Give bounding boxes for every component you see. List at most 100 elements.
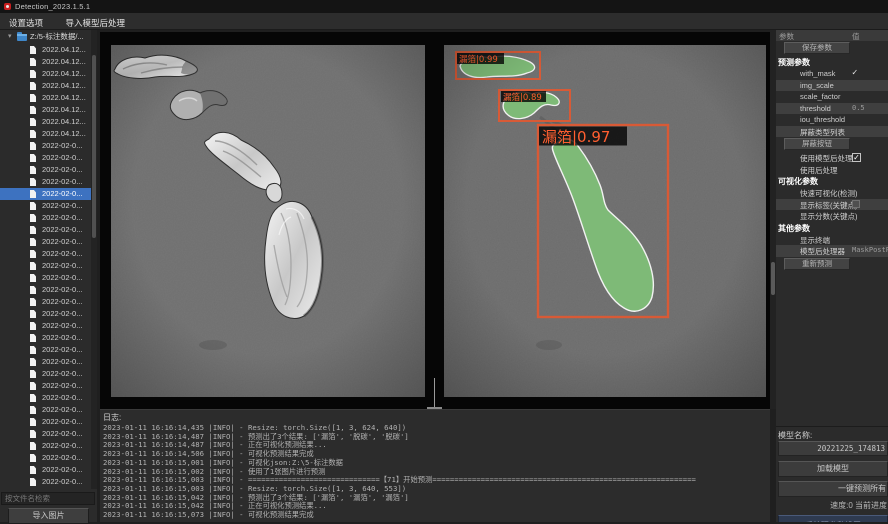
right-image-canvas[interactable]: 漏箔|0.99 漏箔|0.89 漏箔|0.97 <box>444 45 766 397</box>
tree-item[interactable]: 2022-02-0... <box>0 236 91 248</box>
file-icon <box>30 358 36 366</box>
tree-item[interactable]: 2022-02-0... <box>0 332 91 344</box>
search-input[interactable] <box>1 492 95 505</box>
tree-item-label: 2022-02-0... <box>42 273 82 282</box>
tree-item[interactable]: 2022-02-0... <box>0 152 91 164</box>
param-row[interactable]: 使用模型后处理✓ <box>776 152 888 164</box>
tree-item-label: 2022-02-0... <box>42 153 82 162</box>
param-checkbox[interactable]: ✓ <box>852 68 857 78</box>
file-icon <box>30 370 36 378</box>
tree-item[interactable]: 2022-02-0... <box>0 476 91 488</box>
tree-item[interactable]: 2022-02-0... <box>0 224 91 236</box>
tree-item[interactable]: 2022-02-0... <box>0 176 91 188</box>
tree-item[interactable]: 2022.04.12... <box>0 128 91 140</box>
param-row[interactable]: 快速可视化(检测) <box>776 187 888 199</box>
param-row[interactable]: 预测参数 <box>776 56 888 68</box>
file-tree[interactable]: ▾ Z:/5-标注数据/... 2022.04.12...2022.04.12.… <box>0 30 91 489</box>
param-row[interactable]: 可视化参数 <box>776 175 888 187</box>
tree-item[interactable]: 2022-02-0... <box>0 404 91 416</box>
window-title: Detection_2023.1.5.1 <box>15 2 90 11</box>
tree-item[interactable]: 2022-02-0... <box>0 368 91 380</box>
menu-import-postprocess[interactable]: 导入模型后处理 <box>56 15 134 31</box>
tree-item[interactable]: 2022.04.12... <box>0 116 91 128</box>
expand-arrow-icon[interactable]: ▾ <box>8 30 12 44</box>
right-panel-scrollbar-handle[interactable] <box>771 262 775 295</box>
folder-icon <box>17 34 27 41</box>
tree-item[interactable]: 2022-02-0... <box>0 140 91 152</box>
tree-item-label: 2022-02-0... <box>42 261 82 270</box>
tree-item[interactable]: 2022-02-0... <box>0 296 91 308</box>
vignette <box>444 45 766 397</box>
tree-item[interactable]: 2022-02-0... <box>0 320 91 332</box>
tree-item[interactable]: 2022-02-0... <box>0 452 91 464</box>
tree-scrollbar[interactable] <box>91 30 97 489</box>
param-row[interactable]: 显示终端 <box>776 234 888 246</box>
file-icon <box>30 298 36 306</box>
param-row[interactable]: threshold0.5 <box>776 103 888 115</box>
file-icon <box>30 250 36 258</box>
file-icon <box>30 46 36 54</box>
tree-item[interactable]: 2022-02-0... <box>0 164 91 176</box>
predict-all-button[interactable]: 一键预测所有 <box>778 481 888 497</box>
param-row[interactable]: 使用后处理 <box>776 164 888 176</box>
param-action-button[interactable]: 屏蔽按钮 <box>784 138 850 150</box>
tree-item[interactable]: 2022-02-0... <box>0 356 91 368</box>
tree-item[interactable]: 2022-02-0... <box>0 464 91 476</box>
param-row[interactable]: scale_factor <box>776 91 888 103</box>
param-action-button[interactable]: 重新预测 <box>784 258 850 270</box>
divider <box>776 426 888 427</box>
tree-item[interactable]: 2022-02-0... <box>0 188 91 200</box>
menu-settings[interactable]: 设置选项 <box>0 15 52 31</box>
tree-item[interactable]: 2022-02-0... <box>0 416 91 428</box>
tree-item[interactable]: 2022.04.12... <box>0 68 91 80</box>
tree-scrollbar-handle[interactable] <box>92 55 96 238</box>
tree-item[interactable]: 2022.04.12... <box>0 92 91 104</box>
tree-root-folder[interactable]: ▾ Z:/5-标注数据/... <box>0 30 91 44</box>
tree-item[interactable]: 2022.04.12... <box>0 56 91 68</box>
postprocess-settings-button[interactable]: 后处理参数设置 <box>778 515 888 522</box>
file-icon <box>30 310 36 318</box>
tree-item-label: 2022.04.12... <box>42 81 86 90</box>
param-checkbox[interactable]: ✓ <box>852 153 861 162</box>
model-name-field[interactable]: 20221225_174813 <box>778 441 888 456</box>
left-image-canvas[interactable] <box>111 45 425 397</box>
tree-item-label: 2022-02-0... <box>42 369 82 378</box>
log-panel[interactable]: 日志: 2023-01-11 16:16:14,435 |INFO| - Res… <box>100 409 770 522</box>
tree-item[interactable]: 2022-02-0... <box>0 428 91 440</box>
tree-item[interactable]: 2022.04.12... <box>0 104 91 116</box>
tree-item[interactable]: 2022-02-0... <box>0 284 91 296</box>
tree-item-label: 2022-02-0... <box>42 213 82 222</box>
tree-item[interactable]: 2022-02-0... <box>0 344 91 356</box>
tree-item[interactable]: 2022-02-0... <box>0 308 91 320</box>
tree-item-label: 2022-02-0... <box>42 141 82 150</box>
param-row[interactable]: with_mask✓ <box>776 68 888 80</box>
panel-splitter[interactable] <box>434 378 435 408</box>
param-row[interactable]: iou_threshold <box>776 114 888 126</box>
tree-item[interactable]: 2022-02-0... <box>0 248 91 260</box>
log-lines: 2023-01-11 16:16:14,435 |INFO| - Resize:… <box>103 424 767 521</box>
tree-item[interactable]: 2022.04.12... <box>0 44 91 56</box>
tree-item[interactable]: 2022-02-0... <box>0 440 91 452</box>
param-table-header: 参数 值 <box>776 30 888 41</box>
param-row[interactable]: 其他参数 <box>776 222 888 234</box>
param-row[interactable]: 显示分数(关键点) <box>776 210 888 222</box>
param-row[interactable]: 模型后处理器MaskPostPro <box>776 245 888 257</box>
tree-item[interactable]: 2022-02-0... <box>0 392 91 404</box>
param-row[interactable]: 屏蔽类型列表 <box>776 126 888 138</box>
param-table: 保存参数预测参数with_mask✓img_scalescale_factort… <box>776 41 888 272</box>
param-row[interactable]: 显示标签(关键点) <box>776 199 888 211</box>
load-model-button[interactable]: 加载模型 <box>778 461 888 477</box>
tree-item[interactable]: 2022-02-0... <box>0 380 91 392</box>
tree-item[interactable]: 2022-02-0... <box>0 260 91 272</box>
param-row[interactable]: img_scale <box>776 80 888 92</box>
tree-item[interactable]: 2022-02-0... <box>0 272 91 284</box>
tree-item[interactable]: 2022-02-0... <box>0 212 91 224</box>
param-checkbox[interactable] <box>852 200 860 208</box>
tree-item[interactable]: 2022-02-0... <box>0 200 91 212</box>
tree-item-label: 2022-02-0... <box>42 201 82 210</box>
param-action-button[interactable]: 保存参数 <box>784 42 850 54</box>
tree-item[interactable]: 2022.04.12... <box>0 80 91 92</box>
file-tree-panel: ▾ Z:/5-标注数据/... 2022.04.12...2022.04.12.… <box>0 30 97 522</box>
tree-item-label: 2022-02-0... <box>42 465 82 474</box>
tree-item-label: 2022-02-0... <box>42 477 82 486</box>
